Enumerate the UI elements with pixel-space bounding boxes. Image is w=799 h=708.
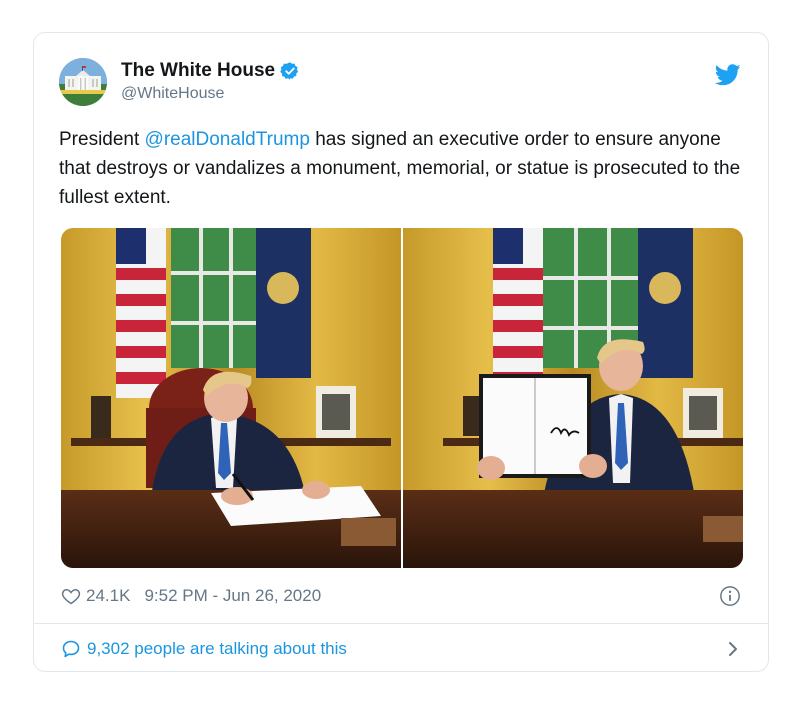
tweet-meta: 24.1K 9:52 PM - Jun 26, 2020 (61, 583, 743, 609)
tweet-text: President @realDonaldTrump has signed an… (59, 125, 749, 212)
white-house-avatar-image (59, 58, 107, 106)
photo-holding-illustration (403, 228, 743, 568)
mention-link[interactable]: @realDonaldTrump (145, 129, 310, 150)
photo-holding-order[interactable] (403, 228, 743, 568)
author-handle[interactable]: @WhiteHouse (121, 85, 300, 103)
tweet-header: The White House @WhiteHouse (59, 58, 743, 108)
heart-icon[interactable] (61, 586, 81, 606)
verified-badge-icon (280, 62, 299, 80)
photo-signing-illustration (61, 228, 401, 568)
tweet-card[interactable]: The White House @WhiteHouse President @r… (33, 32, 769, 672)
author-display-name: The White House (121, 60, 276, 81)
tweet-timestamp[interactable]: 9:52 PM - Jun 26, 2020 (144, 586, 321, 606)
author-display-name-row[interactable]: The White House (121, 60, 300, 82)
avatar[interactable] (59, 58, 107, 106)
photo-signing-order[interactable] (61, 228, 401, 568)
tweet-text-before: President (59, 129, 145, 150)
conversation-label: 9,302 people are talking about this (87, 639, 347, 658)
tweet-media (61, 228, 743, 568)
like-count[interactable]: 24.1K (86, 586, 130, 606)
author-names: The White House @WhiteHouse (121, 60, 300, 103)
twitter-bird-icon[interactable] (715, 64, 741, 86)
conversation-link[interactable]: 9,302 people are talking about this (61, 636, 743, 662)
divider (34, 623, 768, 624)
chevron-right-icon[interactable] (727, 640, 739, 658)
speech-bubble-icon (62, 640, 80, 658)
info-icon[interactable] (719, 585, 741, 607)
